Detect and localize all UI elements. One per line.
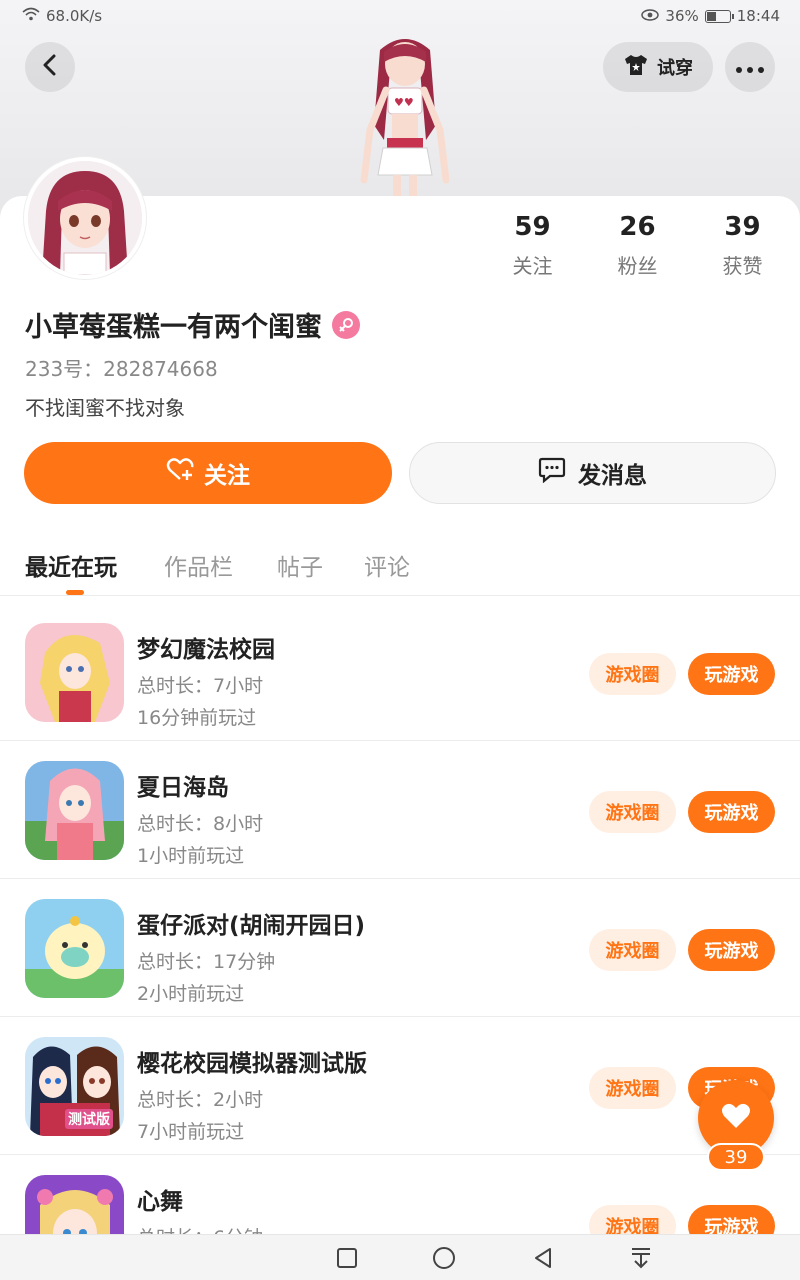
tab-comments[interactable]: 评论 [364,548,410,582]
battery-percent: 36% [665,7,699,25]
tab-indicator [66,590,84,595]
heart-icon [721,1103,751,1133]
game-duration: 总时长：2小时 [137,1089,264,1111]
circle-icon[interactable] [432,1246,456,1270]
female-icon [332,310,360,339]
game-row[interactable]: 测试版 樱花校园模拟器测试版 总时长：2小时 7小时前玩过 游戏圈 玩游戏 [0,1017,800,1155]
stat-fans[interactable]: 26 粉丝 [585,212,690,279]
user-id: 233号：282874668 [25,357,218,381]
stat-following[interactable]: 59 关注 [480,212,585,279]
game-name: 蛋仔派对(胡闹开园日) [137,913,366,939]
game-last-played: 16分钟前玩过 [137,707,257,729]
triangle-back-icon[interactable] [531,1246,555,1270]
stat-fans-value: 26 [619,212,656,242]
shirt-icon [623,54,649,81]
more-icon [736,58,764,77]
wifi-icon [22,7,40,25]
game-name: 梦幻魔法校园 [137,637,275,663]
heart-plus-icon [166,458,194,488]
back-icon [41,54,59,80]
chat-icon [538,457,566,489]
battery-icon [704,9,734,23]
stat-likes[interactable]: 39 获赞 [690,212,795,279]
message-button[interactable]: 发消息 [409,442,776,504]
username: 小草莓蛋糕一有两个闺蜜 [25,312,322,343]
game-icon [25,623,124,722]
clock: 18:44 [736,7,780,25]
tab-works[interactable]: 作品栏 [164,548,233,582]
game-circle-button[interactable]: 游戏圈 [589,1067,676,1109]
stat-fans-label: 粉丝 [617,254,658,278]
network-speed: 68.0K/s [46,7,103,25]
username-row: 小草莓蛋糕一有两个闺蜜 [25,305,360,344]
follow-label: 关注 [204,463,250,489]
character-avatar-figure: ♥♥ [340,30,470,200]
game-last-played: 7小时前玩过 [137,1121,245,1143]
play-game-button[interactable]: 玩游戏 [688,929,775,971]
game-row[interactable]: 梦幻魔法校园 总时长：7小时 16分钟前玩过 游戏圈 玩游戏 [0,603,800,741]
back-button[interactable] [25,42,75,92]
stat-following-label: 关注 [512,254,553,278]
tab-posts[interactable]: 帖子 [277,548,323,582]
game-last-played: 1小时前玩过 [137,845,245,867]
game-row[interactable]: 夏日海岛 总时长：8小时 1小时前玩过 游戏圈 玩游戏 [0,741,800,879]
more-button[interactable] [725,42,775,92]
game-icon: 测试版 [25,1037,124,1136]
profile-tabs: 最近在玩 作品栏 帖子 评论 [0,530,800,596]
play-game-button[interactable]: 玩游戏 [688,791,775,833]
game-icon [25,761,124,860]
game-circle-button[interactable]: 游戏圈 [589,929,676,971]
tab-recently-played[interactable]: 最近在玩 [25,548,117,582]
follow-button[interactable]: 关注 [24,442,392,504]
like-count: 39 [707,1143,765,1171]
game-icon [25,899,124,998]
avatar[interactable] [24,157,146,279]
play-game-button[interactable]: 玩游戏 [688,653,775,695]
user-bio: 不找闺蜜不找对象 [25,396,185,420]
message-label: 发消息 [578,463,647,489]
stat-likes-label: 获赞 [722,254,763,278]
game-name: 夏日海岛 [137,775,229,801]
svg-text:♥♥: ♥♥ [394,96,414,109]
game-duration: 总时长：8小时 [137,813,264,835]
square-icon[interactable] [335,1246,359,1270]
system-navigation-bar [0,1234,800,1280]
status-bar: 68.0K/s 36% 18:44 [0,0,800,34]
game-icon-text: 测试版 [65,1109,113,1129]
try-on-label: 试穿 [657,58,693,79]
game-last-played: 2小时前玩过 [137,983,245,1005]
profile-stats: 59 关注 26 粉丝 39 获赞 [480,212,800,282]
try-on-button[interactable]: 试穿 [603,42,713,92]
eye-icon [641,7,660,25]
stat-following-value: 59 [514,212,551,242]
game-duration: 总时长：17分钟 [137,951,276,973]
download-icon[interactable] [629,1246,653,1270]
stat-likes-value: 39 [724,212,761,242]
game-row[interactable]: 蛋仔派对(胡闹开园日) 总时长：17分钟 2小时前玩过 游戏圈 玩游戏 [0,879,800,1017]
game-duration: 总时长：7小时 [137,675,264,697]
game-name: 樱花校园模拟器测试版 [137,1051,367,1077]
game-circle-button[interactable]: 游戏圈 [589,653,676,695]
game-name: 心舞 [137,1189,183,1215]
game-circle-button[interactable]: 游戏圈 [589,791,676,833]
